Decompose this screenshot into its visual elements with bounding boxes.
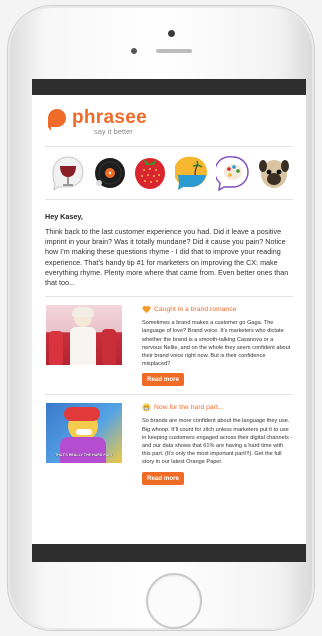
earpiece-speaker — [156, 49, 192, 53]
article-title[interactable]: Caught in a brand romance — [142, 305, 293, 314]
front-camera — [131, 48, 137, 54]
article-image[interactable] — [46, 305, 122, 366]
divider — [45, 199, 293, 200]
read-more-button[interactable]: Read more — [142, 373, 184, 387]
article-card: Caught in a brand romance Sometimes a br… — [45, 305, 293, 387]
divider — [45, 146, 293, 147]
email-intro: Think back to the last customer experien… — [45, 227, 289, 288]
sun-beach-icon — [174, 156, 207, 190]
pug-icon — [258, 160, 289, 188]
brand-name: phrasee — [72, 107, 147, 128]
strawberry-icon — [135, 158, 166, 189]
vinyl-record-icon — [95, 158, 126, 188]
brand-logo[interactable]: phrasee say it better — [45, 108, 293, 138]
article-card: THAT’S REALLY THE HARD PART Now for the … — [45, 403, 293, 485]
orange-heart-icon — [142, 306, 151, 314]
home-button[interactable] — [146, 573, 202, 629]
article-text: Sometimes a brand makes a customer go Ga… — [142, 320, 291, 368]
email-greeting: Hey Kasey, — [45, 212, 83, 221]
read-more-button[interactable]: Read more — [142, 471, 184, 485]
wine-glass-icon — [52, 156, 84, 191]
article-title-text: Now for the hard part... — [154, 404, 224, 412]
grimacing-face-icon — [142, 403, 151, 412]
image-caption: THAT’S REALLY THE HARD PART — [55, 453, 113, 458]
email-header-bar — [32, 79, 306, 95]
front-sensor — [168, 30, 175, 37]
icon-row — [51, 155, 291, 191]
article-image[interactable]: THAT’S REALLY THE HARD PART — [46, 403, 122, 464]
article-title[interactable]: Now for the hard part... — [142, 403, 293, 412]
email-footer-bar — [32, 544, 306, 562]
divider — [45, 394, 293, 396]
palette-icon — [215, 155, 249, 191]
email-content: phrasee say it better Hey Kasey, Think b… — [32, 108, 306, 485]
article-title-text: Caught in a brand romance — [154, 306, 237, 314]
speech-bubble-logo-icon — [48, 109, 66, 131]
article-text: So brands are more confident about the l… — [142, 418, 293, 466]
brand-tagline: say it better — [94, 127, 133, 136]
email-screen: phrasee say it better Hey Kasey, Think b… — [32, 79, 306, 562]
divider — [45, 296, 293, 298]
